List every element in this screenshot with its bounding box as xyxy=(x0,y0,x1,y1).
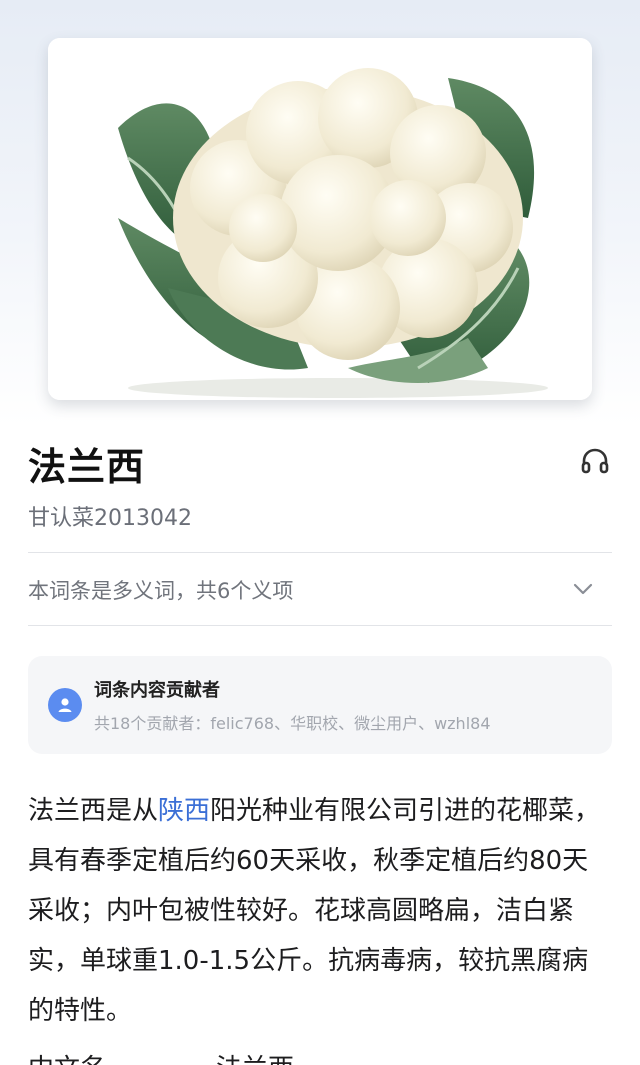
polysemy-text: 本词条是多义词，共6个义项 xyxy=(28,579,294,603)
audio-button[interactable] xyxy=(576,444,614,482)
description-text: 阳光种业有限公司引进的花椰菜，具有春季定植后约60天采收，秋季定植后约80天采收… xyxy=(28,796,601,1026)
contributors-texts: 词条内容贡献者 共18个贡献者：felic768、华职校、微尘用户、wzhl84 xyxy=(94,676,491,734)
headphones-icon xyxy=(579,445,611,481)
polysemy-row[interactable]: 本词条是多义词，共6个义项 xyxy=(28,560,612,620)
divider xyxy=(28,625,612,626)
infobox-value: 法兰西 xyxy=(216,1054,294,1065)
divider xyxy=(28,552,612,553)
description-paragraph: 法兰西是从陕西阳光种业有限公司引进的花椰菜，具有春季定植后约60天采收，秋季定植… xyxy=(28,786,612,1036)
contributors-card[interactable]: 词条内容贡献者 共18个贡献者：felic768、华职校、微尘用户、wzhl84 xyxy=(28,656,612,754)
description-text: 法兰西是从 xyxy=(28,796,159,826)
page: 法兰西 甘认菜2013042 本词条是多义词，共6个义项 词条内容贡献者 共18… xyxy=(0,0,640,1065)
contributors-title: 词条内容贡献者 xyxy=(94,680,220,701)
chevron-down-icon xyxy=(572,581,594,600)
subtitle: 甘认菜2013042 xyxy=(28,506,192,531)
infobox-row: 中文名 法兰西 xyxy=(28,1044,612,1065)
contributors-summary: 共18个贡献者：felic768、华职校、微尘用户、wzhl84 xyxy=(94,714,491,733)
hero-image-cauliflower[interactable] xyxy=(48,38,592,400)
link-shaanxi[interactable]: 陕西 xyxy=(158,796,210,826)
page-title: 法兰西 xyxy=(28,445,146,489)
infobox-label: 中文名 xyxy=(28,1054,106,1065)
user-icon xyxy=(48,688,82,722)
